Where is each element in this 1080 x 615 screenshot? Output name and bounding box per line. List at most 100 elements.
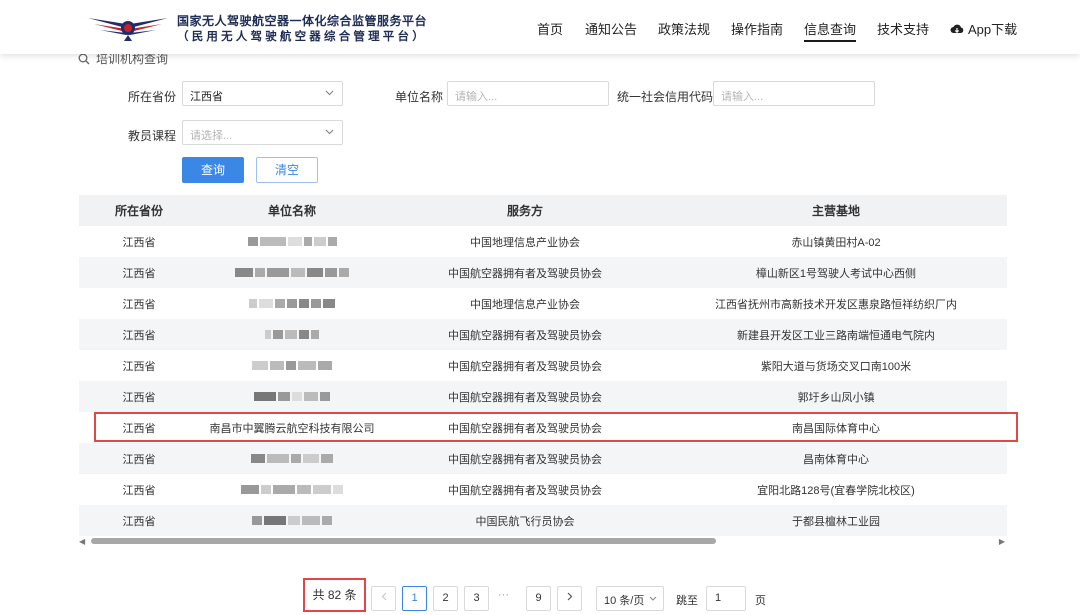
- redaction-block: [252, 516, 262, 525]
- table-row[interactable]: 江西省 中国航空器拥有者及驾驶员协会 昌南体育中心: [79, 443, 1007, 474]
- query-button[interactable]: 查询: [182, 157, 244, 183]
- cell-province: 江西省: [122, 453, 156, 466]
- cell-base: 昌南体育中心: [803, 453, 869, 466]
- table-row[interactable]: 江西省 中国航空器拥有者及驾驶员协会 樟山新区1号驾驶人考试中心西侧: [79, 257, 1007, 288]
- page-button[interactable]: 2: [433, 586, 458, 611]
- cell-base: 宜阳北路128号(宜春学院北校区): [757, 484, 915, 497]
- top-header: 国家无人驾驶航空器一体化综合监管服务平台 （民用无人驾驶航空器综合管理平台） 首…: [0, 0, 1080, 54]
- jump-page-value: 1: [715, 592, 722, 604]
- redaction-block: [323, 299, 335, 308]
- table-row[interactable]: 江西省 中国航空器拥有者及驾驶员协会 宜阳北路128号(宜春学院北校区): [79, 474, 1007, 505]
- brand-title: 国家无人驾驶航空器一体化综合监管服务平台: [177, 14, 428, 28]
- cell-service: 中国民航飞行员协会: [475, 515, 575, 528]
- redacted-unit-name: [199, 288, 385, 319]
- app-download-label: App下载: [968, 22, 1018, 37]
- unit-name-input[interactable]: 请输入...: [447, 81, 609, 106]
- column-header: 所在省份: [114, 204, 163, 218]
- redaction-block: [291, 454, 301, 463]
- highlight-box: [94, 412, 1018, 442]
- page-button[interactable]: 9: [526, 586, 551, 611]
- redaction-block: [327, 237, 337, 246]
- redacted-unit-name: [199, 226, 385, 257]
- table-row[interactable]: 江西省 中国地理信息产业协会 赤山镇黄田村A-02: [79, 226, 1007, 257]
- table-row[interactable]: 江西省 中国民航飞行员协会 于都县檀林工业园: [79, 505, 1007, 536]
- redaction-block: [313, 237, 326, 246]
- cloud-download-icon: [950, 24, 964, 33]
- redaction-block: [302, 516, 320, 525]
- cell-province: 江西省: [122, 329, 156, 342]
- app-download-link[interactable]: App下载: [950, 19, 1017, 38]
- page-size-value: 10 条/页: [604, 595, 645, 607]
- scroll-left-arrow-icon[interactable]: ◀: [79, 537, 85, 546]
- nav-notices[interactable]: 通知公告: [585, 19, 637, 38]
- caac-logo-icon[interactable]: [86, 12, 170, 42]
- page-button[interactable]: 3: [464, 586, 489, 611]
- redaction-block: [255, 268, 265, 277]
- redaction-block: [303, 454, 319, 463]
- nav-info-query[interactable]: 信息查询: [804, 19, 857, 42]
- chevron-down-icon: [325, 90, 334, 96]
- province-select[interactable]: 江西省: [182, 81, 343, 106]
- prev-page-button[interactable]: [371, 586, 396, 611]
- redaction-block: [313, 485, 331, 494]
- redaction-block: [241, 485, 259, 494]
- table-row[interactable]: 江西省 中国航空器拥有者及驾驶员协会 郭圩乡山凤小镇: [79, 381, 1007, 412]
- redaction-block: [235, 268, 253, 277]
- redaction-block: [252, 361, 268, 370]
- redaction-block: [288, 516, 300, 525]
- clear-button[interactable]: 清空: [256, 157, 318, 183]
- nav-tech-support[interactable]: 技术支持: [877, 19, 929, 38]
- redaction-block: [259, 299, 273, 308]
- scrollbar-thumb[interactable]: [91, 538, 716, 544]
- column-header: 服务方: [506, 204, 543, 218]
- cell-base: 郭圩乡山凤小镇: [797, 391, 875, 404]
- redaction-block: [278, 392, 290, 401]
- scroll-right-arrow-icon[interactable]: ▶: [999, 537, 1005, 546]
- unit-name-placeholder: 请输入...: [455, 91, 498, 103]
- cell-province: 江西省: [122, 360, 156, 373]
- cell-base: 新建县开发区工业三路南端恒通电气院内: [737, 329, 935, 342]
- total-count: 共 82 条: [303, 578, 366, 612]
- cell-province: 江西省: [122, 391, 156, 404]
- table-row[interactable]: 江西省 中国航空器拥有者及驾驶员协会 新建县开发区工业三路南端恒通电气院内: [79, 319, 1007, 350]
- course-select[interactable]: 请选择...: [182, 120, 343, 145]
- redaction-block: [275, 299, 285, 308]
- chevron-left-icon: [381, 592, 386, 601]
- cell-province: 江西省: [122, 515, 156, 528]
- redacted-unit-name: [199, 505, 385, 536]
- redaction-block: [320, 392, 330, 401]
- credit-code-placeholder: 请输入...: [721, 91, 764, 103]
- redaction-block: [297, 485, 311, 494]
- province-value: 江西省: [190, 91, 223, 103]
- next-page-button[interactable]: [557, 586, 582, 611]
- results-table: 所在省份 单位名称 服务方 主营基地 江西省 中国地理信息产业协会 赤山镇黄田村A-…: [79, 195, 1007, 536]
- redaction-block: [273, 330, 283, 339]
- cell-service: 中国航空器拥有者及驾驶员协会: [448, 484, 602, 497]
- horizontal-scrollbar[interactable]: ◀ ▶: [79, 535, 1007, 547]
- redaction-block: [292, 392, 302, 401]
- table-row[interactable]: 江西省 中国航空器拥有者及驾驶员协会 紫阳大道与货场交叉口南100米: [79, 350, 1007, 381]
- redaction-block: [285, 330, 297, 339]
- cell-service: 中国地理信息产业协会: [470, 236, 580, 249]
- page-button[interactable]: 1: [402, 586, 427, 611]
- cell-base: 江西省抚州市高新技术开发区惠泉路恒祥纺织厂内: [715, 298, 957, 311]
- page-ellipsis[interactable]: ···: [498, 589, 509, 601]
- redaction-block: [325, 268, 337, 277]
- nav-home[interactable]: 首页: [537, 19, 563, 38]
- table-row[interactable]: 江西省 中国地理信息产业协会 江西省抚州市高新技术开发区惠泉路恒祥纺织厂内: [79, 288, 1007, 319]
- redacted-unit-name: [199, 443, 385, 474]
- jump-page-input[interactable]: 1: [706, 586, 746, 611]
- redaction-block: [254, 392, 276, 401]
- nav-guides[interactable]: 操作指南: [731, 19, 783, 38]
- chevron-right-icon: [567, 592, 572, 601]
- redaction-block: [267, 268, 289, 277]
- page-size-select[interactable]: 10 条/页: [596, 586, 664, 611]
- redaction-block: [264, 516, 286, 525]
- table-header: 所在省份 单位名称 服务方 主营基地: [79, 195, 1007, 226]
- credit-code-input[interactable]: 请输入...: [713, 81, 875, 106]
- column-header: 主营基地: [811, 204, 860, 218]
- redaction-block: [291, 268, 305, 277]
- nav-policies[interactable]: 政策法规: [658, 19, 710, 38]
- redacted-unit-name: [199, 319, 385, 350]
- redaction-block: [303, 237, 312, 246]
